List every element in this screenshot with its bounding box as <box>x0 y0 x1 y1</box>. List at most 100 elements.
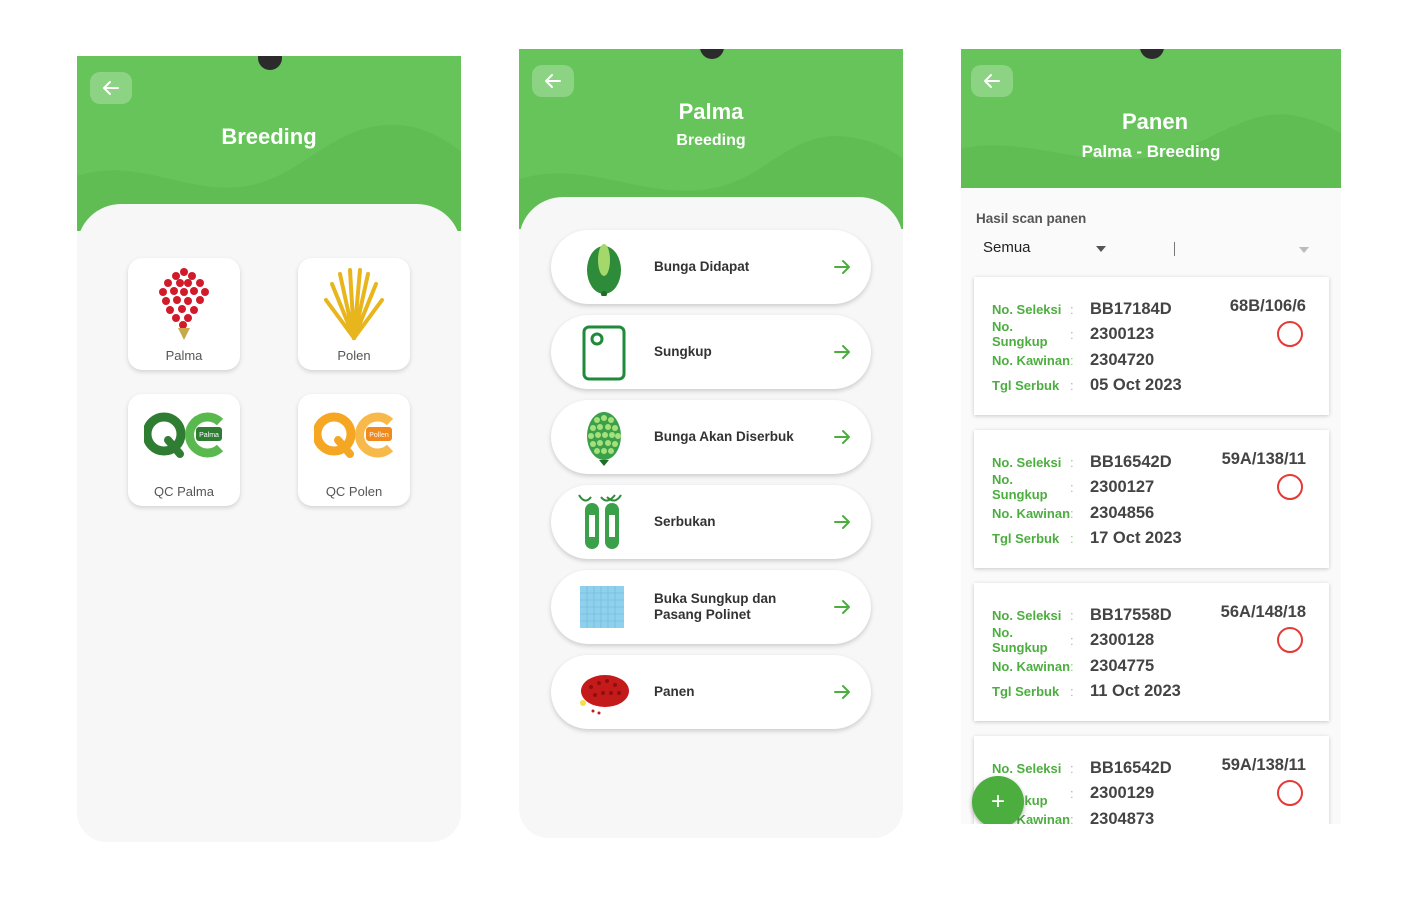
status-circle-icon <box>1277 474 1303 500</box>
arrow-left-icon <box>984 74 1000 88</box>
value-no-seleksi: BB17558D <box>1090 605 1172 624</box>
dropdown-arrow-icon <box>1096 246 1106 252</box>
page-title: Breeding <box>221 124 317 149</box>
add-button[interactable]: + <box>972 776 1024 824</box>
block-code: 59A/138/11 <box>1221 450 1306 468</box>
arrow-right-icon <box>834 345 850 359</box>
tile-polen[interactable]: Polen <box>298 258 410 370</box>
value-tgl-serbuk: 11 Oct 2023 <box>1090 681 1181 700</box>
test-tubes-icon <box>578 494 622 549</box>
qc-palma-logo-icon: Palma <box>144 412 224 458</box>
arrow-left-icon <box>103 81 119 95</box>
value-tgl-serbuk: 17 Oct 2023 <box>1090 528 1182 547</box>
flower-cluster-icon <box>587 412 621 466</box>
value-tgl-serbuk: 05 Oct 2023 <box>1090 375 1182 394</box>
section-label: Hasil scan panen <box>976 211 1087 226</box>
page-subtitle: Palma - Breeding <box>1081 142 1221 161</box>
arrow-right-icon <box>834 515 850 529</box>
page-subtitle: Breeding <box>676 132 746 149</box>
content-sheet: Palma Polen Palma QC Palma Pollen QC Pol… <box>77 204 461 842</box>
page-title: Panen <box>1121 109 1189 134</box>
palm-fruit-bunch-icon <box>159 268 209 340</box>
value-no-kawinan: 2304720 <box>1090 350 1155 369</box>
menu-item-panen[interactable]: Panen <box>551 655 871 729</box>
menu-item-label: Bunga Didapat <box>654 259 750 274</box>
back-button[interactable] <box>971 65 1013 97</box>
svg-text:Pollen: Pollen <box>369 432 389 439</box>
tile-label: QC Polen <box>325 484 383 499</box>
text-cursor <box>1174 242 1175 256</box>
search-input[interactable] <box>1169 239 1315 263</box>
flower-bud-icon <box>587 244 621 296</box>
plus-icon: + <box>990 788 1005 815</box>
label-no-sungkup: No. Sungkup <box>992 625 1048 655</box>
tile-palma[interactable]: Palma <box>128 258 240 370</box>
harvest-bunch-icon <box>580 675 629 715</box>
label-no-seleksi: No. Seleksi <box>992 607 1062 623</box>
value-no-seleksi: BB16542D <box>1090 758 1172 777</box>
value-no-sungkup: 2300128 <box>1090 630 1155 649</box>
content-sheet: Bunga Didapat Sungkup Bunga Akan Diserbu… <box>519 197 903 838</box>
menu-item-label: Serbukan <box>654 514 716 529</box>
tile-qc-palma[interactable]: Palma QC Palma <box>128 394 240 506</box>
menu-item-label: Panen <box>654 684 695 699</box>
value-no-sungkup: 2300129 <box>1090 783 1155 802</box>
arrow-right-icon <box>834 260 850 274</box>
palma-menu-screen: Palma Breeding Bunga Didapat Sungkup Bun… <box>519 49 903 838</box>
menu-item-label: Bunga Akan Diserbuk <box>654 429 794 444</box>
harvest-card[interactable]: No. Seleksi: BB17184D No. Sungkup:2300123… <box>974 277 1329 415</box>
status-circle-icon <box>1277 627 1303 653</box>
label-no-kawinan: No. Kawinan <box>992 352 1071 368</box>
back-button[interactable] <box>532 65 574 97</box>
panen-screen: Panen Palma - Breeding Hasil scan panen … <box>961 49 1341 824</box>
harvest-card[interactable]: No. Seleksi: BB17558D No. Sungkup:2300128… <box>974 583 1329 721</box>
value-no-seleksi: BB16542D <box>1090 452 1172 471</box>
block-code: 59A/138/11 <box>1221 756 1306 774</box>
page-title: Palma <box>678 99 744 124</box>
harvest-card[interactable]: No. Seleksi: BB16542D No. Sungkup:2300127… <box>974 430 1329 568</box>
value-no-sungkup: 2300123 <box>1090 324 1155 343</box>
tile-label: Palma <box>165 348 203 363</box>
label-no-seleksi: No. Seleksi <box>992 454 1062 470</box>
dropdown-arrow-icon <box>1299 247 1309 253</box>
bag-cover-icon <box>582 325 626 381</box>
label-no-seleksi: No. Seleksi <box>992 760 1062 776</box>
status-circle-icon <box>1277 321 1303 347</box>
value-no-seleksi: BB17184D <box>1090 299 1172 318</box>
filter-dropdown[interactable]: Semua <box>983 239 1109 263</box>
back-button[interactable] <box>90 72 132 104</box>
menu-item-sungkup[interactable]: Sungkup <box>551 315 871 389</box>
label-tgl-serbuk: Tgl Serbuk <box>992 377 1060 393</box>
tile-label: QC Palma <box>154 484 214 499</box>
menu-item-bunga-didapat[interactable]: Bunga Didapat <box>551 230 871 304</box>
menu-item-bunga-akan-diserbuk[interactable]: Bunga Akan Diserbuk <box>551 400 871 474</box>
menu-item-serbukan[interactable]: Serbukan <box>551 485 871 559</box>
label-no-kawinan: No. Kawinan <box>992 505 1071 521</box>
value-no-sungkup: 2300127 <box>1090 477 1155 496</box>
qc-pollen-logo-icon: Pollen <box>314 412 394 458</box>
menu-item-buka-sungkup[interactable]: Buka Sungkup dan Pasang Polinet <box>551 570 871 644</box>
arrow-right-icon <box>834 685 850 699</box>
menu-item-label: Buka Sungkup dan Pasang Polinet <box>654 591 777 622</box>
net-icon <box>580 586 624 628</box>
label-no-seleksi: No. Seleksi <box>992 301 1062 317</box>
status-circle-icon <box>1277 780 1303 806</box>
arrow-right-icon <box>834 430 850 444</box>
menu-item-label: Sungkup <box>654 344 712 359</box>
block-code: 56A/148/18 <box>1220 603 1306 621</box>
arrow-left-icon <box>545 74 561 88</box>
block-code: 68B/106/6 <box>1229 297 1306 315</box>
value-no-kawinan: 2304873 <box>1090 809 1155 825</box>
label-no-kawinan: No. Kawinan <box>992 658 1071 674</box>
palm-frond-icon <box>324 268 384 340</box>
breeding-screen: Breeding Palma Polen Palma QC Palma Poll… <box>77 56 461 842</box>
filter-value: Semua <box>983 239 1031 256</box>
arrow-right-icon <box>834 600 850 614</box>
label-no-sungkup: No. Sungkup <box>992 472 1048 502</box>
value-no-kawinan: 2304775 <box>1090 656 1155 675</box>
label-no-sungkup: No. Sungkup <box>992 319 1048 349</box>
harvest-card[interactable]: No. Seleksi:BB16542D No. Sungkup:2300129… <box>974 736 1329 824</box>
tile-qc-polen[interactable]: Pollen QC Polen <box>298 394 410 506</box>
label-tgl-serbuk: Tgl Serbuk <box>992 683 1060 699</box>
label-tgl-serbuk: Tgl Serbuk <box>992 530 1060 546</box>
